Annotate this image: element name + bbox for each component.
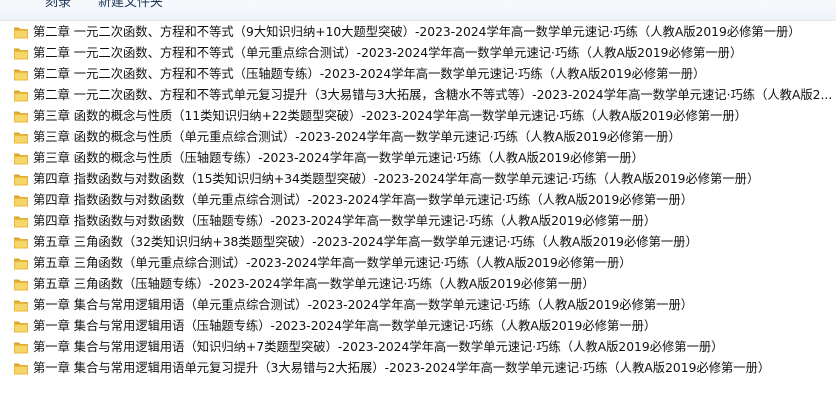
new-folder-button[interactable]: 新建文件夹: [98, 0, 163, 10]
folder-icon: [14, 237, 28, 249]
file-list-item[interactable]: 第一章 集合与常用逻辑用语单元复习提升（3大易错与2大拓展）-2023-2024…: [0, 358, 836, 379]
file-list-item[interactable]: 第一章 集合与常用逻辑用语（压轴题专练）-2023-2024学年高一数学单元速记…: [0, 316, 836, 337]
folder-icon: [14, 27, 28, 39]
folder-icon: [14, 90, 28, 102]
file-name: 第四章 指数函数与对数函数（15类知识归纳+34类题型突破）-2023-2024…: [33, 172, 760, 186]
file-list-item[interactable]: 第四章 指数函数与对数函数（15类知识归纳+34类题型突破）-2023-2024…: [0, 169, 836, 190]
file-name: 第五章 三角函数（单元重点综合测试）-2023-2024学年高一数学单元速记·巧…: [33, 256, 632, 270]
file-list-item[interactable]: 第一章 集合与常用逻辑用语（知识归纳+7类题型突破）-2023-2024学年高一…: [0, 337, 836, 358]
explorer-toolbar: 刻录 新建文件夹: [0, 0, 836, 21]
file-name: 第三章 函数的概念与性质（压轴题专练）-2023-2024学年高一数学单元速记·…: [33, 151, 644, 165]
file-list-item[interactable]: 第五章 三角函数（32类知识归纳+38类题型突破）-2023-2024学年高一数…: [0, 232, 836, 253]
file-name: 第四章 指数函数与对数函数（单元重点综合测试）-2023-2024学年高一数学单…: [33, 193, 694, 207]
folder-icon: [14, 300, 28, 312]
folder-icon: [14, 279, 28, 291]
folder-icon: [14, 342, 28, 354]
folder-icon: [14, 69, 28, 81]
file-list-item[interactable]: 第三章 函数的概念与性质（压轴题专练）-2023-2024学年高一数学单元速记·…: [0, 148, 836, 169]
folder-icon: [14, 48, 28, 60]
file-list-item[interactable]: 第二章 一元二次函数、方程和不等式（压轴题专练）-2023-2024学年高一数学…: [0, 64, 836, 85]
folder-icon: [14, 132, 28, 144]
file-list-item[interactable]: 第四章 指数函数与对数函数（单元重点综合测试）-2023-2024学年高一数学单…: [0, 190, 836, 211]
file-list-item[interactable]: 第一章 集合与常用逻辑用语（单元重点综合测试）-2023-2024学年高一数学单…: [0, 295, 836, 316]
file-list-item[interactable]: 第二章 一元二次函数、方程和不等式（单元重点综合测试）-2023-2024学年高…: [0, 43, 836, 64]
file-list-item[interactable]: 第五章 三角函数（单元重点综合测试）-2023-2024学年高一数学单元速记·巧…: [0, 253, 836, 274]
file-list-item[interactable]: 第三章 函数的概念与性质（单元重点综合测试）-2023-2024学年高一数学单元…: [0, 127, 836, 148]
folder-icon: [14, 174, 28, 186]
burn-button[interactable]: 刻录: [45, 0, 71, 10]
file-name: 第二章 一元二次函数、方程和不等式（压轴题专练）-2023-2024学年高一数学…: [33, 67, 706, 81]
file-name: 第二章 一元二次函数、方程和不等式单元复习提升（3大易错与3大拓展，含糖水不等式…: [33, 88, 833, 102]
folder-icon: [14, 153, 28, 165]
file-name: 第一章 集合与常用逻辑用语（单元重点综合测试）-2023-2024学年高一数学单…: [33, 298, 694, 312]
folder-icon: [14, 195, 28, 207]
file-name: 第五章 三角函数（压轴题专练）-2023-2024学年高一数学单元速记·巧练（人…: [33, 277, 595, 291]
file-list: 第二章 一元二次函数、方程和不等式（9大知识归纳+10大题型突破）-2023-2…: [0, 22, 836, 379]
folder-icon: [14, 216, 28, 228]
file-name: 第一章 集合与常用逻辑用语（知识归纳+7类题型突破）-2023-2024学年高一…: [33, 340, 724, 354]
file-name: 第四章 指数函数与对数函数（压轴题专练）-2023-2024学年高一数学单元速记…: [33, 214, 657, 228]
file-name: 第一章 集合与常用逻辑用语（压轴题专练）-2023-2024学年高一数学单元速记…: [33, 319, 657, 333]
file-name: 第三章 函数的概念与性质（11类知识归纳+22类题型突破）-2023-2024学…: [33, 109, 747, 123]
folder-icon: [14, 321, 28, 333]
folder-icon: [14, 363, 28, 375]
folder-icon: [14, 111, 28, 123]
file-list-item[interactable]: 第五章 三角函数（压轴题专练）-2023-2024学年高一数学单元速记·巧练（人…: [0, 274, 836, 295]
file-list-item[interactable]: 第二章 一元二次函数、方程和不等式单元复习提升（3大易错与3大拓展，含糖水不等式…: [0, 85, 836, 106]
file-name: 第二章 一元二次函数、方程和不等式（9大知识归纳+10大题型突破）-2023-2…: [33, 25, 801, 39]
file-name: 第二章 一元二次函数、方程和不等式（单元重点综合测试）-2023-2024学年高…: [33, 46, 743, 60]
file-list-item[interactable]: 第四章 指数函数与对数函数（压轴题专练）-2023-2024学年高一数学单元速记…: [0, 211, 836, 232]
folder-icon: [14, 258, 28, 270]
file-name: 第一章 集合与常用逻辑用语单元复习提升（3大易错与2大拓展）-2023-2024…: [33, 361, 771, 375]
file-name: 第五章 三角函数（32类知识归纳+38类题型突破）-2023-2024学年高一数…: [33, 235, 698, 249]
file-list-item[interactable]: 第二章 一元二次函数、方程和不等式（9大知识归纳+10大题型突破）-2023-2…: [0, 22, 836, 43]
file-list-item[interactable]: 第三章 函数的概念与性质（11类知识归纳+22类题型突破）-2023-2024学…: [0, 106, 836, 127]
file-name: 第三章 函数的概念与性质（单元重点综合测试）-2023-2024学年高一数学单元…: [33, 130, 681, 144]
